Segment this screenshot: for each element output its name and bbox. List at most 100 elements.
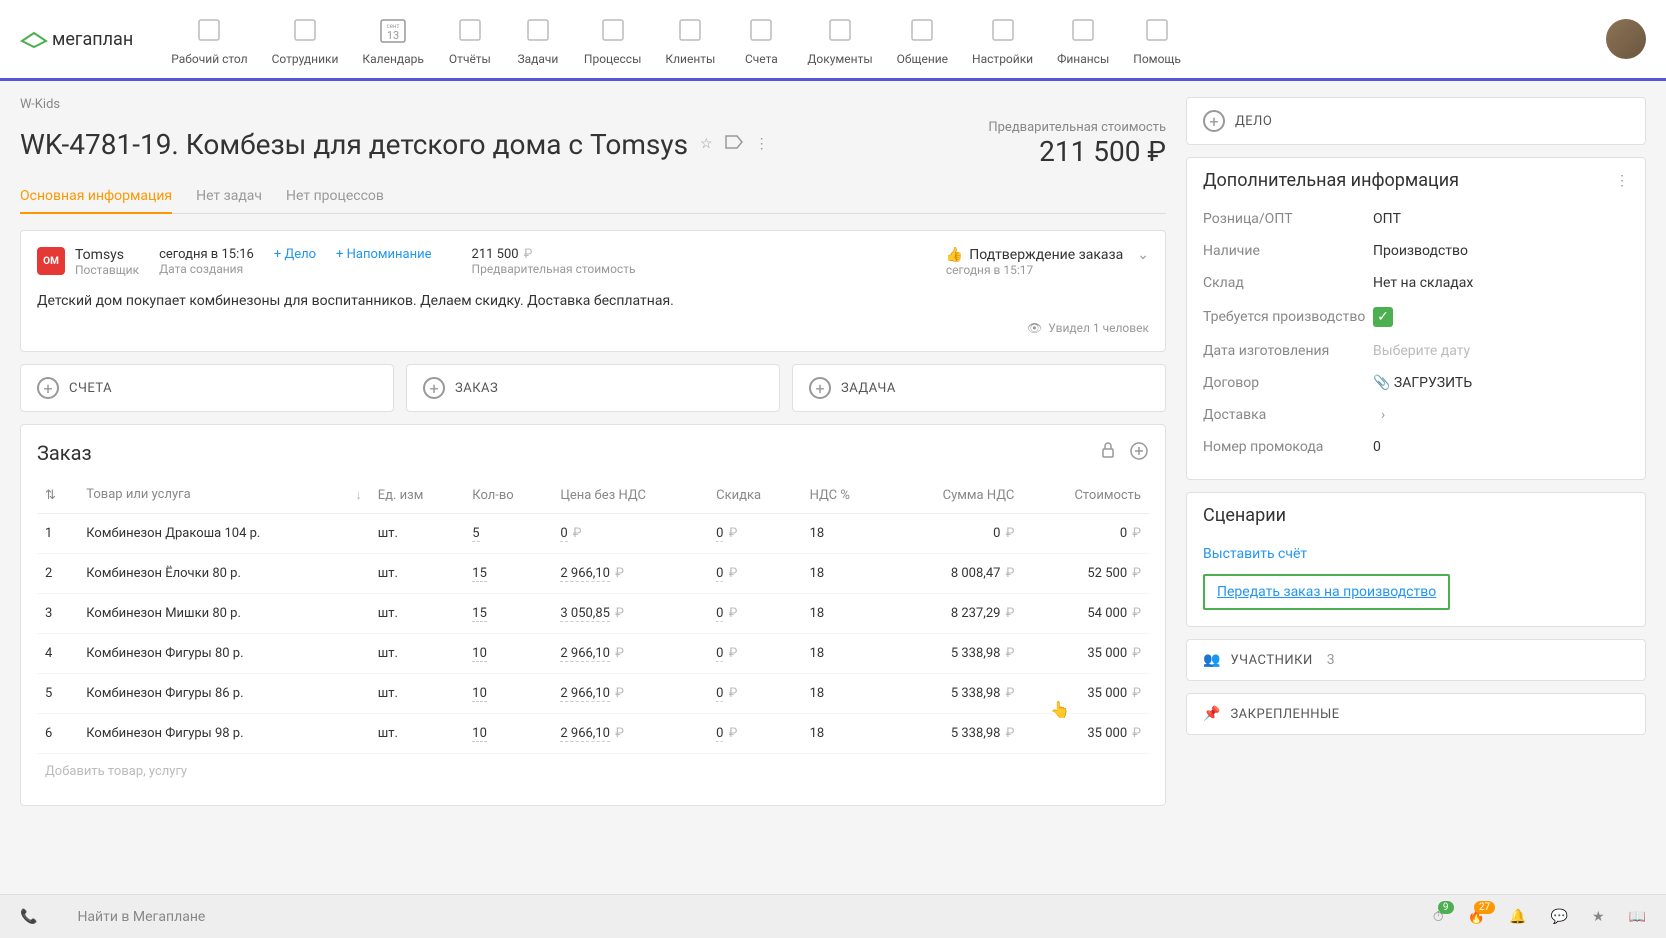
amount-value: 211 500 ₽ — [472, 247, 636, 262]
scenario-production[interactable]: Передать заказ на производство — [1203, 574, 1450, 610]
nav-settings[interactable]: Настройки — [964, 8, 1041, 70]
created-label: Дата создания — [159, 262, 254, 276]
scenario-invoice[interactable]: Выставить счёт — [1203, 538, 1629, 570]
more-icon[interactable]: ⋮ — [755, 136, 769, 152]
lock-icon[interactable] — [1099, 441, 1117, 465]
nav-help[interactable]: Помощь — [1125, 8, 1189, 70]
settings-icon — [985, 12, 1021, 48]
col-header[interactable]: Товар или услуга ↓ — [78, 477, 370, 514]
status-time: сегодня в 15:17 — [946, 263, 1149, 277]
field-row: Требуется производство✓ — [1203, 299, 1629, 335]
nav-calendar[interactable]: сент13Календарь — [354, 8, 431, 70]
pinned-section[interactable]: 📌 ЗАКРЕПЛЕННЫЕ — [1187, 694, 1645, 734]
finance-icon — [1065, 12, 1101, 48]
table-row[interactable]: 4Комбинезон Фигуры 80 р.шт.102 966,10 ₽0… — [37, 634, 1149, 674]
chevron-down-icon[interactable]: ⌄ — [1137, 247, 1149, 263]
plus-icon: + — [37, 377, 59, 399]
table-row[interactable]: 3Комбинезон Мишки 80 р.шт.153 050,85 ₽0 … — [37, 594, 1149, 634]
book-icon[interactable]: 📖 — [1629, 909, 1646, 925]
order-title: Заказ — [37, 441, 92, 465]
sort-icon[interactable]: ⇅ — [45, 488, 56, 503]
people-icon: 👥 — [1203, 652, 1220, 668]
nav-tasks[interactable]: Задачи — [508, 8, 568, 70]
table-row[interactable]: 2Комбинезон Ёлочки 80 р.шт.152 966,10 ₽0… — [37, 554, 1149, 594]
field-row: СкладНет на складах — [1203, 267, 1629, 299]
clients-icon — [672, 12, 708, 48]
attachment-icon[interactable]: 📎 ЗАГРУЗИТЬ — [1373, 375, 1472, 391]
tab-1[interactable]: Нет задач — [196, 180, 262, 213]
amount-label: Предварительная стоимость — [472, 262, 636, 276]
col-header[interactable]: НДС % — [802, 477, 888, 514]
table-row[interactable]: 6Комбинезон Фигуры 98 р.шт.102 966,10 ₽0… — [37, 714, 1149, 754]
nav-staff[interactable]: Сотрудники — [264, 8, 347, 70]
logo[interactable]: мегаплан — [20, 29, 133, 50]
action-заказ[interactable]: +ЗАКАЗ — [406, 364, 780, 412]
fire-icon[interactable]: 🔥27 — [1468, 909, 1485, 925]
timer-icon[interactable]: ⏱9 — [1433, 909, 1444, 925]
bell-icon[interactable]: 🔔 — [1509, 909, 1526, 925]
plus-icon: + — [809, 377, 831, 399]
col-header[interactable]: Сумма НДС — [888, 477, 1022, 514]
nav-docs[interactable]: Документы — [799, 8, 880, 70]
nav-reports[interactable]: Отчёты — [440, 8, 500, 70]
tab-0[interactable]: Основная информация — [20, 180, 172, 214]
add-product-link[interactable]: Добавить товар, услугу — [37, 754, 1149, 789]
col-header[interactable]: Скидка — [708, 477, 801, 514]
nav-clients[interactable]: Клиенты — [657, 8, 723, 70]
col-header[interactable]: Стоимость — [1022, 477, 1149, 514]
participants-section[interactable]: 👥 УЧАСТНИКИ 3 — [1187, 640, 1645, 680]
field-row: Доставка› — [1203, 399, 1629, 431]
add-reminder-link[interactable]: + Напоминание — [336, 247, 431, 262]
supplier-role: Поставщик — [75, 263, 139, 277]
col-header[interactable]: Цена без НДС — [552, 477, 708, 514]
page-title: WK-4781-19. Комбезы для детского дома с … — [20, 128, 688, 161]
logo-text: мегаплан — [52, 29, 133, 50]
user-avatar[interactable] — [1606, 19, 1646, 59]
order-table: ⇅ Товар или услуга ↓Ед. измКол-воЦена без… — [37, 477, 1149, 754]
phone-icon[interactable]: 📞 — [20, 909, 37, 925]
col-header[interactable]: Кол-во — [464, 477, 552, 514]
star-icon[interactable]: ★ — [1592, 909, 1605, 925]
chat-icon — [904, 12, 940, 48]
nav-finance[interactable]: Финансы — [1049, 8, 1117, 70]
invoices-icon — [743, 12, 779, 48]
eye-icon: 👁 — [1027, 321, 1042, 335]
col-header[interactable]: ⇅ — [37, 477, 78, 514]
add-deal-link[interactable]: + Дело — [274, 247, 316, 262]
docs-icon — [822, 12, 858, 48]
tasks-icon — [520, 12, 556, 48]
breadcrumb[interactable]: W-Kids — [20, 97, 1166, 112]
search-input[interactable]: Найти в Мегаплане — [77, 909, 205, 925]
plus-icon: + — [423, 377, 445, 399]
nav-invoices[interactable]: Счета — [731, 8, 791, 70]
nav-desktop[interactable]: Рабочий стол — [163, 8, 255, 70]
cost-label: Предварительная стоимость — [988, 120, 1166, 135]
cost-value: 211 500 ₽ — [988, 135, 1166, 168]
action-задача[interactable]: +ЗАДАЧА — [792, 364, 1166, 412]
nav-processes[interactable]: Процессы — [576, 8, 650, 70]
help-icon — [1139, 12, 1175, 48]
table-row[interactable]: 5Комбинезон Фигуры 86 р.шт.102 966,10 ₽0… — [37, 674, 1149, 714]
more-icon[interactable]: ⋮ — [1615, 173, 1629, 189]
sort-icon[interactable]: ↓ — [355, 487, 362, 503]
tag-icon[interactable] — [725, 135, 743, 153]
action-счета[interactable]: +СЧЕТА — [20, 364, 394, 412]
chevron-right-icon[interactable]: › — [1381, 407, 1385, 423]
pin-icon: 📌 — [1203, 706, 1220, 722]
nav-chat[interactable]: Общение — [889, 8, 956, 70]
supplier-name[interactable]: Tomsys — [75, 247, 139, 263]
thumbs-up-icon: 👍 — [946, 247, 963, 263]
add-icon[interactable] — [1129, 441, 1149, 465]
deal-section[interactable]: + ДЕЛО — [1187, 98, 1645, 144]
tab-2[interactable]: Нет процессов — [286, 180, 384, 213]
star-icon[interactable]: ☆ — [700, 136, 713, 152]
chat-icon[interactable]: 💬 — [1551, 909, 1568, 925]
field-row: Номер промокода0 — [1203, 431, 1629, 463]
col-header[interactable]: Ед. изм — [370, 477, 465, 514]
table-row[interactable]: 1Комбинезон Дракоша 104 р.шт.50 ₽0 ₽180 … — [37, 514, 1149, 554]
status-text[interactable]: Подтверждение заказа — [969, 247, 1123, 263]
field-row: Договор📎 ЗАГРУЗИТЬ — [1203, 367, 1629, 399]
checkbox-icon[interactable]: ✓ — [1373, 307, 1393, 327]
reports-icon — [452, 12, 488, 48]
processes-icon — [595, 12, 631, 48]
